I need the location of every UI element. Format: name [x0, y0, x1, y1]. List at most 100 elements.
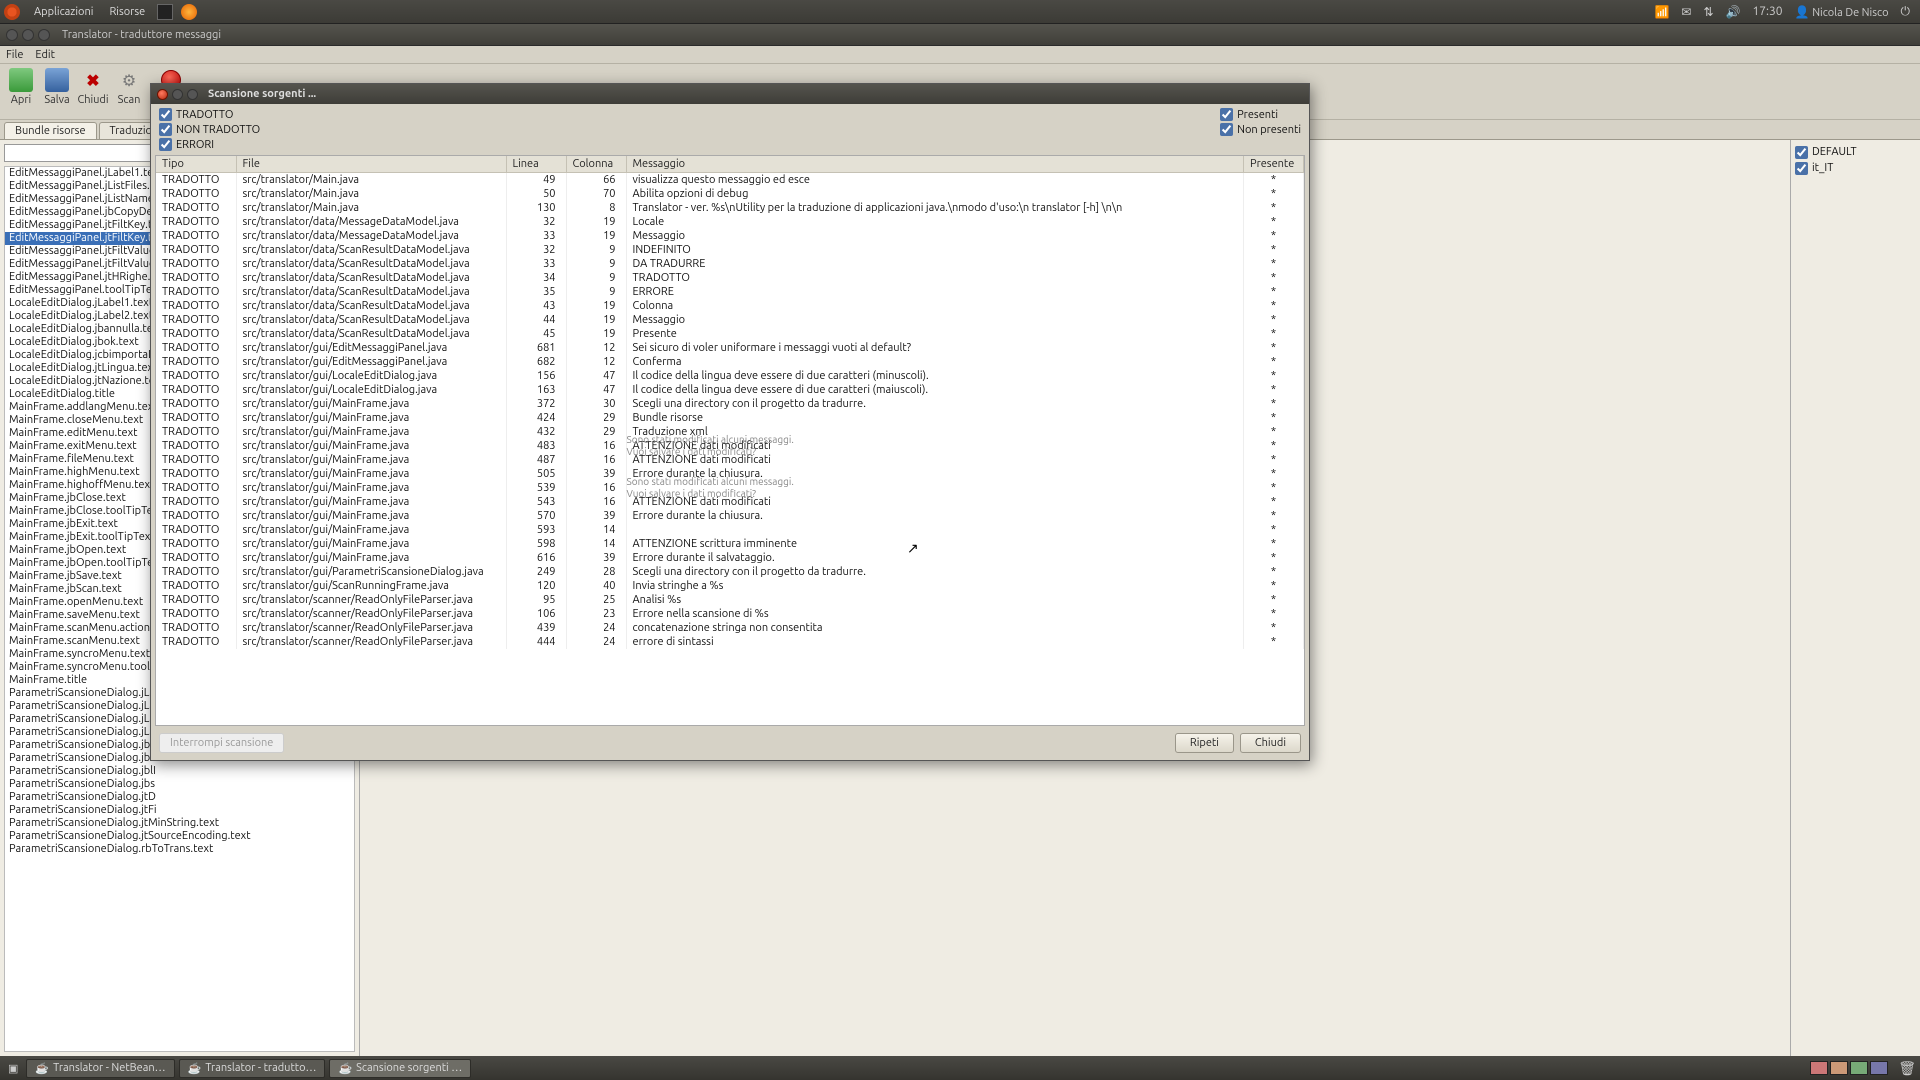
window-minimize-icon[interactable]: [22, 29, 34, 41]
save-button[interactable]: Salva: [42, 68, 72, 106]
table-row[interactable]: TRADOTTOsrc/translator/scanner/ReadOnlyF…: [156, 635, 1304, 649]
dialog-title: Scansione sorgenti ...: [208, 88, 316, 100]
table-row[interactable]: TRADOTTOsrc/translator/Main.java4966visu…: [156, 173, 1304, 188]
gnome-top-panel: Applicazioni Risorse 📶 ✉ ⇅ 🔊 17:30 👤 Nic…: [0, 0, 1920, 24]
table-row[interactable]: TRADOTTOsrc/translator/data/ScanResultDa…: [156, 313, 1304, 327]
locale-it[interactable]: it_IT: [1795, 160, 1916, 176]
menu-places[interactable]: Risorse: [101, 6, 153, 18]
app-title: Translator - traduttore messaggi: [62, 29, 221, 41]
clock[interactable]: 17:30: [1752, 5, 1782, 18]
table-row[interactable]: TRADOTTOsrc/translator/data/MessageDataM…: [156, 229, 1304, 243]
menu-file[interactable]: File: [6, 49, 23, 61]
filter-presenti[interactable]: Presenti: [1220, 108, 1301, 121]
table-row[interactable]: TRADOTTOsrc/translator/data/ScanResultDa…: [156, 285, 1304, 299]
table-row[interactable]: TRADOTTOsrc/translator/data/MessageDataM…: [156, 215, 1304, 229]
close-button[interactable]: ✖ Chiudi: [78, 68, 108, 106]
table-row[interactable]: TRADOTTOsrc/translator/gui/EditMessaggiP…: [156, 355, 1304, 369]
list-item[interactable]: ParametriScansioneDialog.jbs: [5, 778, 354, 791]
close-icon: ✖: [81, 68, 105, 92]
table-row[interactable]: TRADOTTOsrc/translator/gui/MainFrame.jav…: [156, 537, 1304, 551]
volume-icon[interactable]: 🔊: [1726, 5, 1741, 19]
interrupt-button: Interrompi scansione: [159, 733, 284, 753]
col-tipo[interactable]: Tipo: [156, 156, 236, 173]
table-row[interactable]: TRADOTTOsrc/translator/gui/MainFrame.jav…: [156, 481, 1304, 495]
firefox-launcher-icon[interactable]: [181, 4, 197, 20]
task-translator[interactable]: ☕Translator - tradutto…: [179, 1059, 326, 1078]
list-item[interactable]: ParametriScansioneDialog.jtSourceEncodin…: [5, 830, 354, 843]
menu-applications[interactable]: Applicazioni: [26, 6, 101, 18]
table-row[interactable]: TRADOTTOsrc/translator/scanner/ReadOnlyF…: [156, 607, 1304, 621]
dialog-footer: Interrompi scansione Ripeti Chiudi: [151, 726, 1309, 760]
repeat-button[interactable]: Ripeti: [1175, 733, 1234, 753]
filter-nontradotto[interactable]: NON TRADOTTO: [159, 123, 260, 136]
list-item[interactable]: ParametriScansioneDialog.jtD: [5, 791, 354, 804]
table-row[interactable]: TRADOTTOsrc/translator/data/ScanResultDa…: [156, 257, 1304, 271]
scan-results-table[interactable]: Tipo File Linea Colonna Messaggio Presen…: [155, 155, 1305, 726]
tab-bundle[interactable]: Bundle risorse: [4, 122, 97, 139]
workspace-3[interactable]: [1850, 1061, 1868, 1075]
locales-pane: DEFAULT it_IT: [1790, 140, 1920, 1056]
table-row[interactable]: TRADOTTOsrc/translator/Main.java1308Tran…: [156, 201, 1304, 215]
list-item[interactable]: ParametriScansioneDialog.jblI: [5, 765, 354, 778]
table-row[interactable]: TRADOTTOsrc/translator/gui/MainFrame.jav…: [156, 397, 1304, 411]
power-icon[interactable]: ⏻: [1901, 5, 1911, 19]
col-linea[interactable]: Linea: [506, 156, 566, 173]
filter-errori[interactable]: ERRORI: [159, 138, 260, 151]
app-titlebar: Translator - traduttore messaggi: [0, 24, 1920, 46]
open-icon: [9, 68, 33, 92]
terminal-launcher-icon[interactable]: [157, 4, 173, 20]
workspace-1[interactable]: [1810, 1061, 1828, 1075]
col-messaggio[interactable]: Messaggio: [626, 156, 1244, 173]
task-scan[interactable]: ☕Scansione sorgenti …: [329, 1059, 471, 1078]
filter-tradotto[interactable]: TRADOTTO: [159, 108, 260, 121]
window-close-icon[interactable]: [6, 29, 18, 41]
ubuntu-logo-icon[interactable]: [4, 4, 20, 20]
user-menu[interactable]: 👤 Nicola De Nisco: [1795, 5, 1889, 19]
gear-icon: ⚙: [117, 68, 141, 92]
locale-default[interactable]: DEFAULT: [1795, 144, 1916, 160]
table-row[interactable]: TRADOTTOsrc/translator/gui/LocaleEditDia…: [156, 369, 1304, 383]
dialog-titlebar[interactable]: Scansione sorgenti ...: [151, 84, 1309, 104]
col-file[interactable]: File: [236, 156, 506, 173]
table-row[interactable]: TRADOTTOsrc/translator/data/ScanResultDa…: [156, 243, 1304, 257]
table-row[interactable]: TRADOTTOsrc/translator/Main.java5070Abil…: [156, 187, 1304, 201]
filter-nonpresenti[interactable]: Non presenti: [1220, 123, 1301, 136]
col-colonna[interactable]: Colonna: [566, 156, 626, 173]
table-row[interactable]: TRADOTTOsrc/translator/scanner/ReadOnlyF…: [156, 621, 1304, 635]
network-icon[interactable]: 📶: [1654, 5, 1669, 19]
list-item[interactable]: ParametriScansioneDialog.jtFi: [5, 804, 354, 817]
table-row[interactable]: TRADOTTOsrc/translator/data/ScanResultDa…: [156, 327, 1304, 341]
workspace-4[interactable]: [1870, 1061, 1888, 1075]
table-row[interactable]: TRADOTTOsrc/translator/gui/MainFrame.jav…: [156, 551, 1304, 565]
dialog-minimize-icon[interactable]: [172, 89, 183, 100]
col-presente[interactable]: Presente: [1244, 156, 1304, 173]
trash-icon[interactable]: 🗑: [1898, 1060, 1916, 1077]
list-item[interactable]: ParametriScansioneDialog.rbToTrans.text: [5, 843, 354, 856]
list-item[interactable]: ParametriScansioneDialog.jtMinString.tex…: [5, 817, 354, 830]
table-row[interactable]: TRADOTTOsrc/translator/gui/MainFrame.jav…: [156, 411, 1304, 425]
window-maximize-icon[interactable]: [38, 29, 50, 41]
show-desktop-icon[interactable]: ▣: [8, 1062, 18, 1075]
table-row[interactable]: TRADOTTOsrc/translator/gui/EditMessaggiP…: [156, 341, 1304, 355]
table-row[interactable]: TRADOTTOsrc/translator/gui/MainFrame.jav…: [156, 509, 1304, 523]
table-row[interactable]: TRADOTTOsrc/translator/scanner/ReadOnlyF…: [156, 593, 1304, 607]
workspace-2[interactable]: [1830, 1061, 1848, 1075]
scan-button[interactable]: ⚙ Scan: [114, 68, 144, 106]
table-row[interactable]: TRADOTTOsrc/translator/gui/MainFrame.jav…: [156, 439, 1304, 453]
scan-dialog: Scansione sorgenti ... TRADOTTO NON TRAD…: [150, 83, 1310, 761]
table-row[interactable]: TRADOTTOsrc/translator/data/ScanResultDa…: [156, 299, 1304, 313]
table-row[interactable]: TRADOTTOsrc/translator/gui/MainFrame.jav…: [156, 523, 1304, 537]
table-row[interactable]: TRADOTTOsrc/translator/gui/ScanRunningFr…: [156, 579, 1304, 593]
dialog-close-icon[interactable]: [157, 89, 168, 100]
task-netbeans[interactable]: ☕Translator - NetBean…: [26, 1059, 174, 1078]
dialog-maximize-icon[interactable]: [187, 89, 198, 100]
table-row[interactable]: TRADOTTOsrc/translator/data/ScanResultDa…: [156, 271, 1304, 285]
table-row[interactable]: TRADOTTOsrc/translator/gui/LocaleEditDia…: [156, 383, 1304, 397]
filter-checkboxes: TRADOTTO NON TRADOTTO ERRORI Presenti No…: [151, 104, 1309, 155]
open-button[interactable]: Apri: [6, 68, 36, 106]
mail-icon[interactable]: ✉: [1681, 5, 1691, 19]
table-row[interactable]: TRADOTTOsrc/translator/gui/ParametriScan…: [156, 565, 1304, 579]
sync-icon[interactable]: ⇅: [1703, 5, 1713, 19]
menu-edit[interactable]: Edit: [35, 49, 55, 61]
close-dialog-button[interactable]: Chiudi: [1240, 733, 1301, 753]
